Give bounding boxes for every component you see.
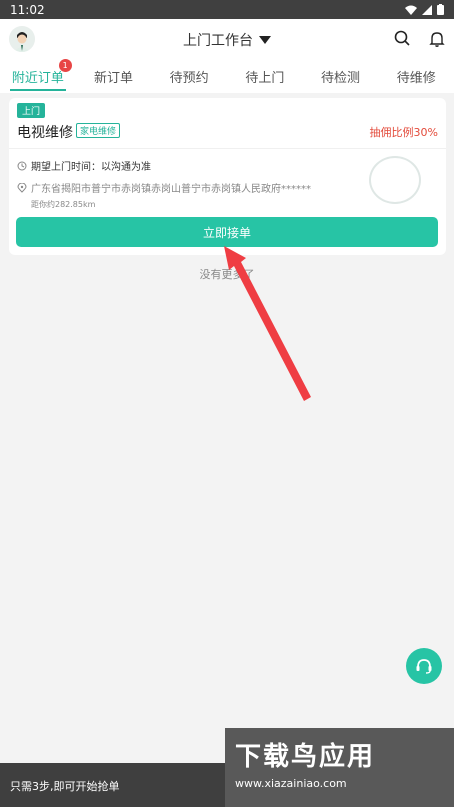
tab-label: 新订单 [94, 71, 134, 86]
tab-label: 待维修 [396, 71, 436, 86]
tab-label: 待检测 [321, 71, 361, 86]
expected-time: 期望上门时间：以沟通为准 [31, 162, 151, 173]
tab-pending-appointment[interactable]: 待预约 [151, 61, 227, 93]
status-time: 11:02 [10, 2, 45, 17]
search-icon[interactable] [393, 29, 413, 49]
customer-service-button[interactable] [406, 648, 442, 684]
address-row: 广东省揭阳市普宁市赤岗镇赤岗山普宁市赤岗镇人民政府****** [17, 180, 311, 195]
order-title: 电视维修 [17, 125, 73, 141]
distance: 距你约282.85km [31, 200, 96, 209]
battery-icon [437, 4, 444, 15]
commission-rate: 抽佣比例30% [369, 126, 438, 139]
hint-text: 只需3步,即可开始抢单 [10, 780, 120, 793]
tab-pending-repair[interactable]: 待维修 [378, 61, 454, 93]
watermark-url: www.xiazainiao.com [235, 777, 347, 790]
workbench-title[interactable]: 上门工作台 [183, 30, 271, 50]
watermark-text: 下载鸟应用 [235, 742, 376, 772]
expected-time-row: 期望上门时间：以沟通为准 [17, 158, 151, 173]
tab-nearby-orders[interactable]: 附近订单 1 [0, 59, 76, 93]
location-pin-icon [17, 182, 27, 193]
tab-label: 待上门 [245, 71, 285, 86]
no-more-text: 没有更多了 [199, 268, 255, 281]
tab-new-orders[interactable]: 新订单 [76, 61, 152, 93]
stamp-icon [369, 156, 421, 204]
address: 广东省揭阳市普宁市赤岗镇赤岗山普宁市赤岗镇人民政府****** [31, 184, 311, 195]
notification-badge: 1 [58, 59, 72, 72]
wifi-icon [405, 5, 417, 15]
header: 上门工作台 [0, 19, 454, 61]
clock-icon [17, 161, 27, 170]
page-title: 上门工作台 [183, 33, 253, 49]
category-tag: 家电维修 [76, 123, 121, 138]
triangle-down-icon [259, 36, 271, 44]
bell-icon[interactable] [427, 29, 447, 49]
status-icons [405, 4, 444, 15]
tab-label: 待预约 [169, 71, 209, 86]
tab-pending-inspection[interactable]: 待检测 [303, 61, 379, 93]
accept-order-button[interactable]: 立即接单 [16, 217, 438, 247]
avatar-icon [9, 26, 35, 52]
tab-bar: 附近订单 1 新订单 待预约 待上门 待检测 待维修 [0, 59, 454, 93]
status-bar: 11:02 [0, 0, 454, 19]
watermark: 下载鸟应用 www.xiazainiao.com [225, 728, 454, 807]
order-card[interactable]: 上门 电视维修 家电维修 抽佣比例30% 期望上门时间：以沟通为准 广东省揭阳市… [9, 98, 446, 255]
divider [9, 148, 446, 149]
headset-icon [416, 659, 432, 674]
tab-label: 附近订单 [11, 71, 64, 86]
signal-icon [422, 4, 432, 15]
service-type-tag: 上门 [17, 103, 46, 118]
avatar[interactable] [9, 26, 35, 52]
tab-pending-visit[interactable]: 待上门 [227, 61, 303, 93]
